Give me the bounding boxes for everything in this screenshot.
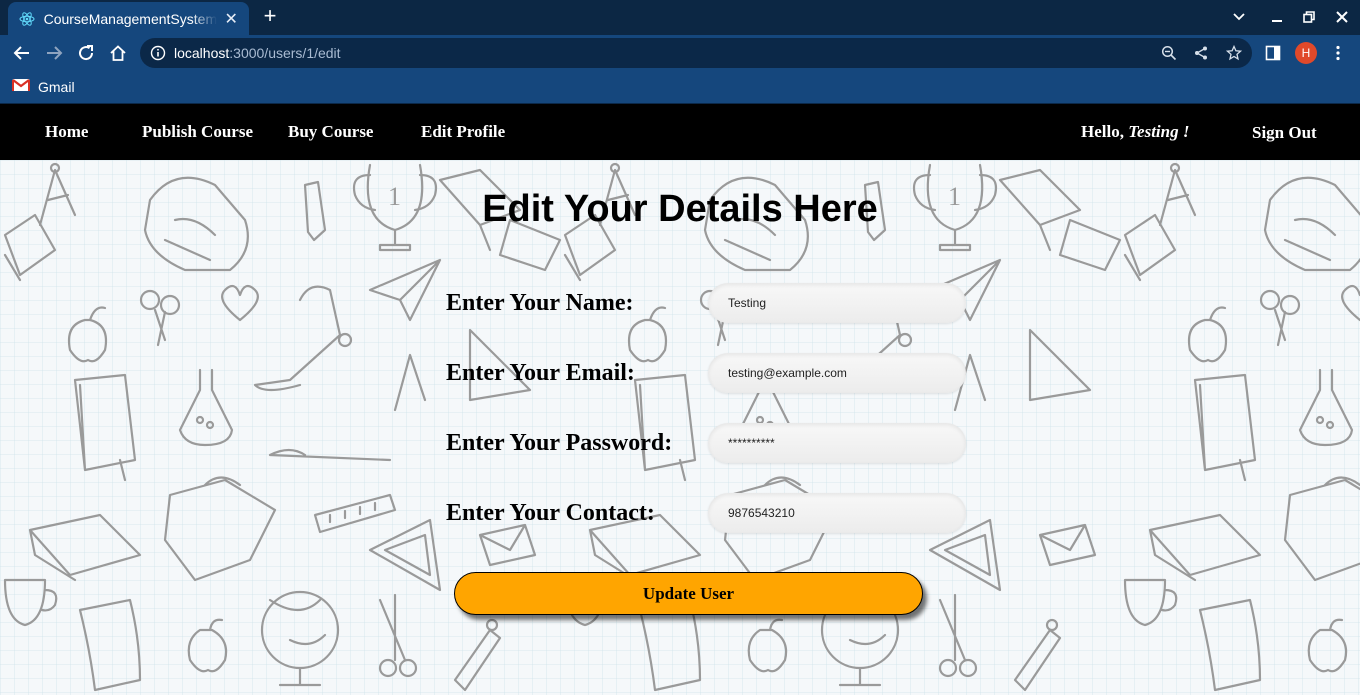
page-title: Edit Your Details Here [482, 188, 878, 230]
browser-toolbar: localhost:3000/users/1/edit H [0, 35, 1360, 71]
forward-arrow-icon[interactable] [42, 41, 66, 65]
gmail-icon [12, 78, 30, 97]
bookmark-star-icon[interactable] [1225, 44, 1243, 62]
password-input[interactable] [708, 423, 966, 463]
user-greeting: Hello, Testing ! [1081, 122, 1189, 142]
bookmark-label: Gmail [38, 79, 75, 95]
tab-close-icon[interactable]: ✕ [223, 9, 239, 29]
tab-title: CourseManagementSystem [43, 10, 218, 27]
restore-icon[interactable] [1298, 6, 1320, 28]
new-tab-icon[interactable]: + [258, 5, 282, 29]
nav-buy-course-link[interactable]: Buy Course [288, 122, 373, 142]
bookmarks-bar: Gmail [0, 71, 1360, 104]
bookmark-gmail[interactable]: Gmail [12, 77, 75, 97]
contact-label: Enter Your Contact: [446, 500, 655, 526]
share-icon[interactable] [1192, 44, 1210, 62]
email-label: Enter Your Email: [446, 360, 635, 386]
react-icon [18, 10, 36, 28]
minimize-icon[interactable] [1266, 6, 1288, 28]
home-icon[interactable] [106, 41, 130, 65]
nav-publish-course-link[interactable]: Publish Course [142, 122, 253, 142]
url-host: localhost [174, 45, 230, 61]
tab-search-icon[interactable] [1228, 6, 1250, 28]
zoom-icon[interactable] [1160, 44, 1178, 62]
password-label: Enter Your Password: [446, 430, 673, 456]
profile-avatar[interactable]: H [1295, 42, 1317, 64]
nav-edit-profile-link[interactable]: Edit Profile [421, 122, 505, 142]
name-input[interactable] [708, 283, 966, 323]
contact-input[interactable] [708, 493, 966, 533]
page-content: 1 [0, 104, 1360, 695]
browser-tabstrip: CourseManagementSystem ✕ + [0, 0, 1360, 35]
name-label: Enter Your Name: [446, 290, 634, 316]
nav-home-link[interactable]: Home [45, 122, 88, 142]
site-navbar: Home Publish Course Buy Course Edit Prof… [0, 104, 1360, 160]
email-input[interactable] [708, 353, 966, 393]
url-path: :3000/users/1/edit [229, 45, 341, 61]
back-arrow-icon[interactable] [10, 41, 34, 65]
greeting-text: Hello, [1081, 122, 1124, 141]
update-user-button[interactable]: Update User [454, 572, 923, 615]
menu-dots-icon[interactable] [1327, 42, 1349, 64]
greeting-username: Testing ! [1128, 122, 1190, 141]
browser-tab[interactable]: CourseManagementSystem ✕ [8, 2, 249, 35]
reload-icon[interactable] [74, 41, 98, 65]
url-text: localhost:3000/users/1/edit [174, 45, 341, 61]
side-panel-icon[interactable] [1262, 42, 1284, 64]
address-bar[interactable]: localhost:3000/users/1/edit [140, 38, 1252, 68]
close-window-icon[interactable] [1331, 6, 1353, 28]
info-icon[interactable] [150, 45, 166, 61]
sign-out-link[interactable]: Sign Out [1252, 123, 1317, 143]
